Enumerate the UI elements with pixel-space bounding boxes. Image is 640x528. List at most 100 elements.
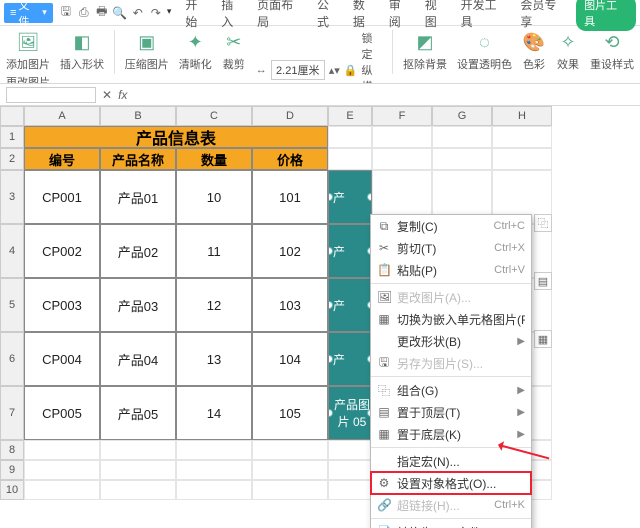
lock-icon[interactable]: 🔒	[344, 63, 358, 77]
row-header[interactable]: 1	[0, 126, 24, 148]
cell[interactable]	[328, 126, 372, 148]
effect-button[interactable]: ✧ 效果	[556, 30, 580, 72]
picture-in-cell[interactable]: 产	[328, 332, 372, 386]
side-button[interactable]: ▤	[534, 272, 552, 290]
cell[interactable]	[492, 126, 552, 148]
cancel-icon[interactable]: ✕	[102, 88, 112, 102]
cell-id[interactable]: CP003	[24, 278, 100, 332]
cell-id[interactable]: CP001	[24, 170, 100, 224]
row-header[interactable]: 8	[0, 440, 24, 460]
cell[interactable]	[372, 126, 432, 148]
redo-icon[interactable]: ↷	[149, 6, 163, 20]
cell[interactable]	[24, 480, 100, 500]
menu-item[interactable]: 📄转换为PDF文件	[371, 521, 531, 528]
side-button[interactable]: ▦	[534, 330, 552, 348]
cell[interactable]	[176, 440, 252, 460]
menu-item[interactable]: ▤置于顶层(T)▶	[371, 401, 531, 423]
tab-review[interactable]: 审阅	[389, 0, 413, 30]
header-qty[interactable]: 数量	[176, 148, 252, 170]
cell[interactable]	[372, 148, 432, 170]
cell-name[interactable]: 产品05	[100, 386, 176, 440]
col-header-A[interactable]: A	[24, 106, 100, 126]
cell[interactable]	[24, 440, 100, 460]
picture-in-cell[interactable]: 产	[328, 224, 372, 278]
menu-item[interactable]: ⿻组合(G)▶	[371, 379, 531, 401]
stepper-icon[interactable]: ▴▾	[329, 63, 340, 77]
change-pic-label[interactable]: 更改图片	[6, 74, 50, 84]
cell[interactable]	[328, 148, 372, 170]
cell[interactable]	[252, 460, 328, 480]
insert-shape-button[interactable]: ◧ 插入形状	[60, 30, 104, 72]
header-id[interactable]: 编号	[24, 148, 100, 170]
cut-button[interactable]: ✂ 裁剪	[222, 30, 246, 72]
menu-item[interactable]: 📋粘贴(P)Ctrl+V	[371, 259, 531, 281]
cell-price[interactable]: 103	[252, 278, 328, 332]
row-header[interactable]: 2	[0, 148, 24, 170]
cell-id[interactable]: CP004	[24, 332, 100, 386]
width-input[interactable]: 2.21厘米	[271, 60, 325, 80]
menu-item[interactable]: ▦切换为嵌入单元格图片(R)	[371, 308, 531, 330]
header-name[interactable]: 产品名称	[100, 148, 176, 170]
file-menu-button[interactable]: ≡ 文件 ▾	[4, 3, 53, 23]
cell-qty[interactable]: 10	[176, 170, 252, 224]
select-all-corner[interactable]	[0, 106, 24, 126]
picture-in-cell[interactable]: 产	[328, 278, 372, 332]
cell[interactable]	[432, 148, 492, 170]
cell[interactable]	[432, 126, 492, 148]
cell[interactable]	[492, 148, 552, 170]
print-preview-icon[interactable]: ⎙	[77, 6, 91, 20]
tab-insert[interactable]: 插入	[221, 0, 245, 30]
menu-item[interactable]: ⧉复制(C)Ctrl+C	[371, 215, 531, 237]
qat-more-chevron-down-icon[interactable]: ▾	[167, 6, 172, 20]
picture-in-cell[interactable]: 产品图片 05	[328, 386, 372, 440]
print-icon[interactable]: 🖶	[95, 6, 109, 20]
tab-layout[interactable]: 页面布局	[257, 0, 305, 30]
col-header-H[interactable]: H	[492, 106, 552, 126]
cell-name[interactable]: 产品03	[100, 278, 176, 332]
col-header-G[interactable]: G	[432, 106, 492, 126]
cell-qty[interactable]: 14	[176, 386, 252, 440]
tab-member[interactable]: 会员专享	[520, 0, 568, 30]
cell-qty[interactable]: 13	[176, 332, 252, 386]
cell-id[interactable]: CP002	[24, 224, 100, 278]
add-pic-button[interactable]: 🖼 添加图片 更改图片	[6, 30, 50, 84]
compress-pic-button[interactable]: ▣ 压缩图片	[125, 30, 169, 72]
cell-price[interactable]: 105	[252, 386, 328, 440]
cell-name[interactable]: 产品01	[100, 170, 176, 224]
name-box[interactable]	[6, 87, 96, 103]
fx-icon[interactable]: fx	[118, 88, 127, 102]
col-header-D[interactable]: D	[252, 106, 328, 126]
cell[interactable]	[100, 440, 176, 460]
cell-id[interactable]: CP005	[24, 386, 100, 440]
col-header-C[interactable]: C	[176, 106, 252, 126]
cell-qty[interactable]: 11	[176, 224, 252, 278]
cell-price[interactable]: 104	[252, 332, 328, 386]
row-header[interactable]: 10	[0, 480, 24, 500]
cell-name[interactable]: 产品04	[100, 332, 176, 386]
menu-item[interactable]: ▦置于底层(K)▶	[371, 423, 531, 445]
cell[interactable]	[328, 460, 372, 480]
menu-item[interactable]: 更改形状(B)▶	[371, 330, 531, 352]
save-icon[interactable]: 🖫	[59, 6, 73, 20]
cell[interactable]	[100, 480, 176, 500]
cell[interactable]	[328, 480, 372, 500]
row-header[interactable]: 4	[0, 224, 24, 278]
cell[interactable]	[176, 460, 252, 480]
cell-price[interactable]: 102	[252, 224, 328, 278]
tab-start[interactable]: 开始	[185, 0, 209, 30]
color-button[interactable]: 🎨 色彩	[522, 30, 546, 72]
menu-item[interactable]: ✂剪切(T)Ctrl+X	[371, 237, 531, 259]
cell-qty[interactable]: 12	[176, 278, 252, 332]
menu-item[interactable]: ⚙设置对象格式(O)...	[371, 472, 531, 494]
side-button[interactable]: ⿻	[534, 214, 552, 232]
row-header[interactable]: 5	[0, 278, 24, 332]
col-header-B[interactable]: B	[100, 106, 176, 126]
picture-in-cell[interactable]: 产	[328, 170, 372, 224]
tab-formula[interactable]: 公式	[317, 0, 341, 30]
cell[interactable]	[24, 460, 100, 480]
picture-tools-tab[interactable]: 图片工具	[576, 0, 636, 31]
remove-bg-button[interactable]: ◩ 抠除背景	[403, 30, 447, 72]
menu-item[interactable]: 指定宏(N)...	[371, 450, 531, 472]
col-header-E[interactable]: E	[328, 106, 372, 126]
title-cell[interactable]: 产品信息表	[24, 126, 328, 148]
